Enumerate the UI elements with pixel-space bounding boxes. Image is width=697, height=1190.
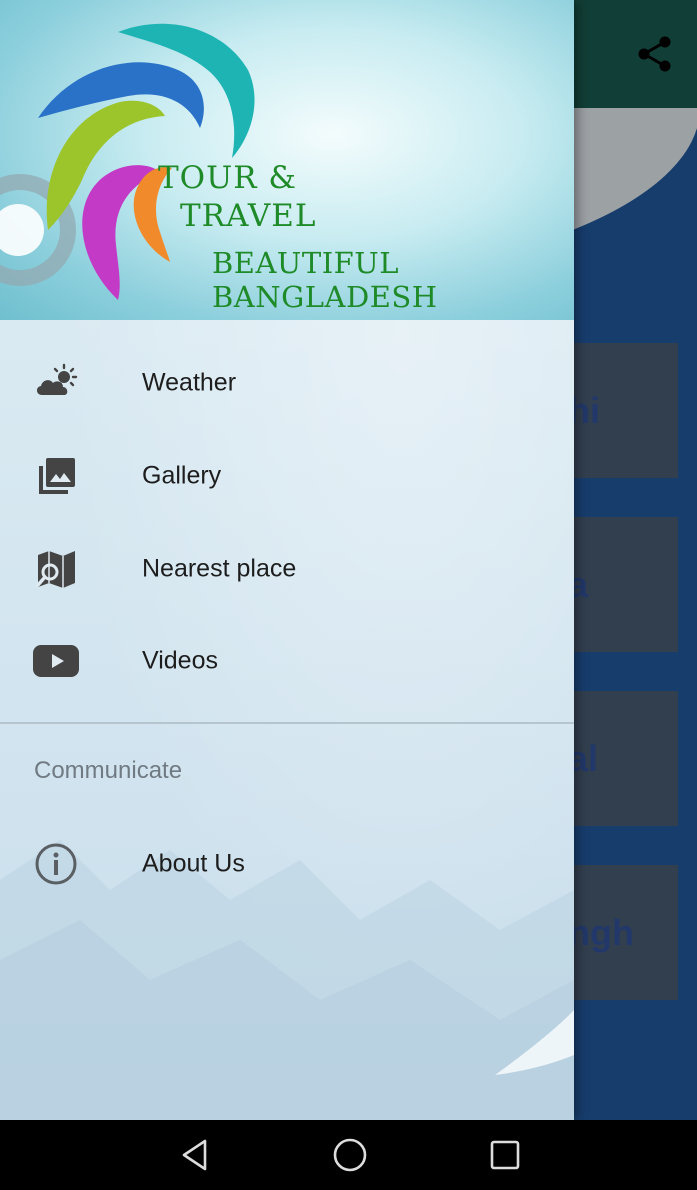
share-icon <box>638 36 671 72</box>
menu-item-nearest-place[interactable]: Nearest place <box>0 523 574 615</box>
weather-icon <box>32 359 80 407</box>
brand-title: TOUR & TRAVEL BEAUTIFUL BANGLADESH <box>0 0 574 320</box>
recents-button[interactable] <box>481 1131 529 1179</box>
brand-line-bangladesh: BEAUTIFUL BANGLADESH <box>212 246 438 314</box>
gallery-icon <box>32 452 80 500</box>
recents-square-icon <box>490 1140 520 1170</box>
map-search-icon <box>32 545 80 593</box>
menu-item-weather[interactable]: Weather <box>0 337 574 429</box>
youtube-icon <box>32 637 80 685</box>
menu-item-gallery[interactable]: Gallery <box>0 430 574 522</box>
drawer-header: TOUR & TRAVEL BEAUTIFUL BANGLADESH <box>0 0 574 320</box>
place-card-label: ngh <box>568 911 634 953</box>
back-button[interactable] <box>172 1131 220 1179</box>
menu-item-label: Weather <box>142 368 237 397</box>
menu-item-about-us[interactable]: About Us <box>0 818 574 910</box>
menu-item-label: Videos <box>142 646 218 675</box>
home-circle-icon <box>333 1138 367 1172</box>
menu-item-label: Gallery <box>142 461 222 490</box>
menu-item-label: About Us <box>142 849 245 878</box>
navigation-drawer: TOUR & TRAVEL BEAUTIFUL BANGLADESH Weath… <box>0 0 574 1120</box>
drawer-divider <box>0 722 574 724</box>
info-icon <box>32 840 80 888</box>
brand-line-travel: TRAVEL <box>180 198 317 234</box>
brand-line-tour: TOUR & <box>158 160 298 196</box>
home-button[interactable] <box>326 1131 374 1179</box>
system-navigation-bar <box>0 1120 697 1190</box>
menu-item-videos[interactable]: Videos <box>0 615 574 707</box>
back-triangle-icon <box>182 1139 207 1171</box>
menu-item-label: Nearest place <box>142 554 297 583</box>
section-header-communicate: Communicate <box>34 757 183 784</box>
share-button[interactable] <box>631 30 679 78</box>
